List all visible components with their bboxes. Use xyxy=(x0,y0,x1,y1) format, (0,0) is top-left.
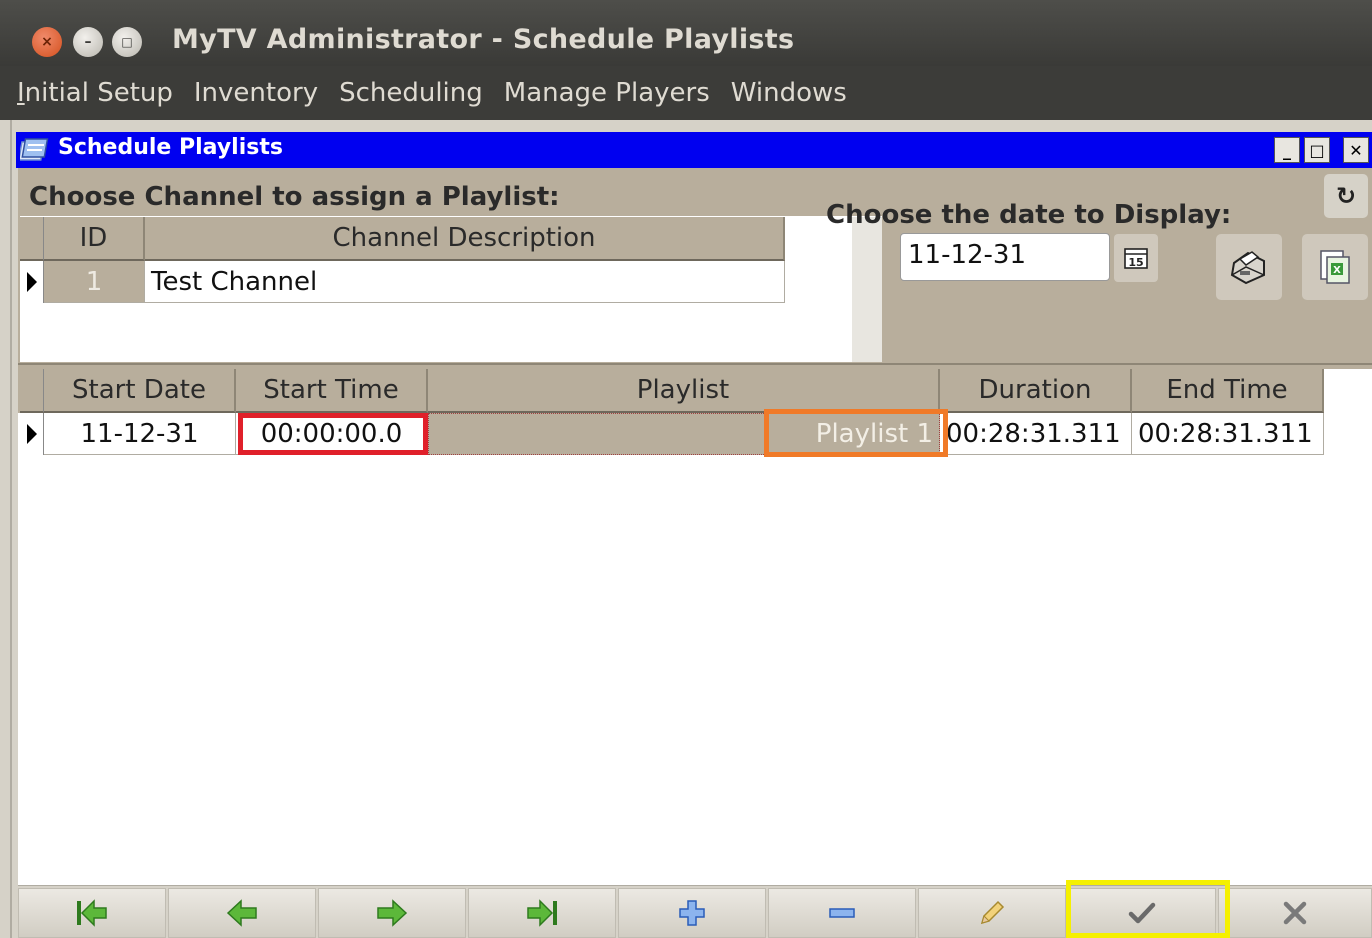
calendar-button[interactable]: 15 xyxy=(1114,234,1158,282)
menubar: Initial Setup Inventory Scheduling Manag… xyxy=(0,66,1372,120)
next-record-icon xyxy=(377,899,408,927)
previous-record-icon xyxy=(226,899,257,927)
refresh-button[interactable]: ↻ xyxy=(1324,174,1368,218)
menu-scheduling[interactable]: Scheduling xyxy=(339,78,483,108)
channel-id-cell[interactable]: 1 xyxy=(44,261,145,303)
svg-text:X: X xyxy=(1333,265,1341,276)
menu-inventory[interactable]: Inventory xyxy=(194,78,318,108)
column-header-start-date[interactable]: Start Date xyxy=(44,369,236,413)
column-header-playlist[interactable]: Playlist xyxy=(428,369,940,413)
refresh-icon: ↻ xyxy=(1335,182,1357,210)
calendar-icon: 15 xyxy=(1124,248,1148,269)
schedule-frame-icon xyxy=(20,138,49,161)
column-header-start-time[interactable]: Start Time xyxy=(236,369,428,413)
close-icon: × xyxy=(41,34,53,50)
schedule-header-corner xyxy=(20,369,44,413)
os-titlebar: × – □ MyTV Administrator - Schedule Play… xyxy=(0,0,1372,66)
column-header-channel-description[interactable]: Channel Description xyxy=(145,217,785,261)
minimize-icon: – xyxy=(84,34,92,50)
playlist-cell[interactable]: Playlist 1 xyxy=(428,413,940,455)
close-icon: ✕ xyxy=(1349,140,1363,160)
date-heading: Choose the date to Display: xyxy=(826,200,1232,230)
window-title: MyTV Administrator - Schedule Playlists xyxy=(172,24,795,55)
last-record-icon xyxy=(527,899,557,927)
window-close-button[interactable]: × xyxy=(32,27,62,57)
date-field[interactable]: 11-12-31 xyxy=(900,233,1110,281)
previous-record-button[interactable] xyxy=(168,888,316,938)
remove-record-button[interactable] xyxy=(768,888,916,938)
cancel-record-button[interactable] xyxy=(1218,888,1372,938)
save-record-button[interactable] xyxy=(1068,888,1216,938)
frame-close-button[interactable]: ✕ xyxy=(1343,137,1369,163)
column-header-duration[interactable]: Duration xyxy=(940,369,1132,413)
menu-label-rest: nitial Setup xyxy=(24,78,173,108)
channel-description-cell[interactable]: Test Channel xyxy=(145,261,785,303)
channel-heading: Choose Channel to assign a Playlist: xyxy=(29,182,560,212)
window-maximize-button[interactable]: □ xyxy=(112,27,142,57)
menu-windows[interactable]: Windows xyxy=(731,78,847,108)
channel-table-empty-area xyxy=(20,303,882,362)
frame-maximize-button[interactable]: □ xyxy=(1304,137,1330,163)
minimize-icon: _ xyxy=(1283,140,1291,160)
window-minimize-button[interactable]: – xyxy=(73,27,103,57)
duration-cell[interactable]: 00:28:31.311 xyxy=(940,413,1132,455)
maximize-icon: □ xyxy=(1309,140,1325,160)
internal-frame-title: Schedule Playlists xyxy=(58,135,283,160)
calendar-day-label: 15 xyxy=(1128,256,1143,269)
row-pointer-icon xyxy=(26,272,37,292)
schedule-row-marker xyxy=(20,413,44,455)
save-check-icon xyxy=(1128,902,1156,924)
last-record-button[interactable] xyxy=(468,888,616,938)
edit-record-button[interactable] xyxy=(918,888,1066,938)
row-pointer-icon xyxy=(26,424,37,444)
first-record-icon xyxy=(77,899,107,927)
export-spreadsheet-icon: X xyxy=(1320,250,1350,284)
export-button[interactable]: X xyxy=(1302,234,1368,300)
edit-icon xyxy=(980,900,1005,925)
channel-table: ID Channel Description 1 Test Channel xyxy=(20,216,882,362)
menu-manage-players[interactable]: Manage Players xyxy=(504,78,710,108)
channel-table-scroll-gap xyxy=(852,217,882,362)
add-record-button[interactable] xyxy=(618,888,766,938)
maximize-icon: □ xyxy=(121,35,133,49)
end-time-cell[interactable]: 00:28:31.311 xyxy=(1132,413,1324,455)
record-toolbar xyxy=(18,880,1372,938)
channel-header-corner xyxy=(20,217,44,261)
frame-minimize-button[interactable]: _ xyxy=(1274,137,1300,163)
column-header-end-time[interactable]: End Time xyxy=(1132,369,1324,413)
column-header-id[interactable]: ID xyxy=(44,217,145,261)
print-button[interactable] xyxy=(1216,234,1282,300)
schedule-table: Start Date Start Time Playlist Duration … xyxy=(18,363,1372,885)
date-panel: Choose the date to Display: 11-12-31 15 … xyxy=(826,168,1372,363)
printer-icon xyxy=(1230,251,1265,285)
channel-date-panel: Choose Channel to assign a Playlist: ID … xyxy=(18,168,1372,363)
schedule-header-filler xyxy=(1324,369,1372,413)
start-time-cell[interactable]: 00:00:00.0 xyxy=(236,413,428,455)
next-record-button[interactable] xyxy=(318,888,466,938)
add-icon xyxy=(679,900,705,926)
row-selected-marker xyxy=(20,261,44,303)
internal-frame-titlebar[interactable]: Schedule Playlists _ □ ✕ xyxy=(16,132,1372,168)
screen: × – □ MyTV Administrator - Schedule Play… xyxy=(0,0,1372,938)
first-record-button[interactable] xyxy=(18,888,166,938)
start-date-cell[interactable]: 11-12-31 xyxy=(44,413,236,455)
remove-icon xyxy=(829,908,855,918)
menu-mnemonic: I xyxy=(17,78,25,108)
cancel-x-icon xyxy=(1283,901,1307,925)
menu-initial-setup[interactable]: Initial Setup xyxy=(17,78,173,108)
